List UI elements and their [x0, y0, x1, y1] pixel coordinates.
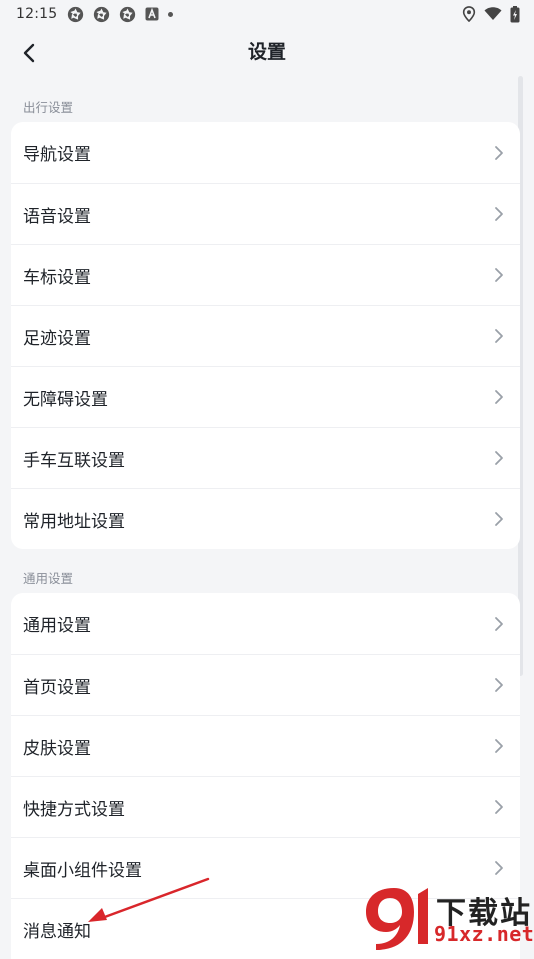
status-bar-right [462, 5, 520, 23]
notification-icons [67, 6, 174, 23]
settings-row-skin[interactable]: 皮肤设置 [11, 715, 520, 776]
status-bar: 12:15 [0, 0, 534, 28]
settings-row-label: 无障碍设置 [23, 389, 108, 410]
settings-row-car-icon[interactable]: 车标设置 [11, 244, 520, 305]
settings-row-label: 皮肤设置 [23, 738, 91, 759]
settings-row-accessibility[interactable]: 无障碍设置 [11, 366, 520, 427]
watermark-logo-icon [366, 888, 428, 950]
chevron-right-icon [495, 451, 503, 465]
aperture-icon [94, 6, 110, 22]
settings-row-navigation[interactable]: 导航设置 [11, 122, 520, 183]
status-bar-left: 12:15 [16, 6, 174, 23]
chevron-right-icon [495, 145, 503, 160]
settings-row-label: 快捷方式设置 [23, 799, 125, 820]
settings-row-footprint[interactable]: 足迹设置 [11, 305, 520, 366]
chevron-right-icon [495, 800, 503, 814]
location-icon [462, 6, 476, 22]
battery-charging-icon [510, 5, 520, 22]
watermark: 下载站 91xz.net [360, 884, 534, 950]
a-badge-icon [145, 7, 159, 21]
settings-row-label: 手车互联设置 [23, 450, 125, 471]
settings-row-phone-car-link[interactable]: 手车互联设置 [11, 427, 520, 488]
chevron-right-icon [495, 739, 503, 753]
chevron-right-icon [495, 861, 503, 875]
settings-row-label: 通用设置 [23, 616, 91, 636]
chevron-right-icon [495, 390, 503, 404]
chevron-right-icon [495, 616, 503, 631]
settings-card-travel: 导航设置 语音设置 车标设置 足迹设置 无障碍设置 手车互联设置 常用地址设置 [11, 122, 520, 549]
settings-row-label: 常用地址设置 [23, 511, 125, 532]
chevron-right-icon [495, 678, 503, 692]
annotation-arrow [88, 877, 210, 922]
settings-row-label: 导航设置 [23, 145, 91, 165]
settings-row-label: 语音设置 [23, 206, 91, 227]
settings-row-label: 首页设置 [23, 677, 91, 698]
settings-row-common-address[interactable]: 常用地址设置 [11, 488, 520, 549]
settings-row-home-page[interactable]: 首页设置 [11, 654, 520, 715]
settings-row-label: 车标设置 [23, 267, 91, 288]
settings-row-shortcuts[interactable]: 快捷方式设置 [11, 776, 520, 837]
aperture-icon [68, 6, 84, 22]
settings-row-voice[interactable]: 语音设置 [11, 183, 520, 244]
chevron-right-icon [495, 207, 503, 221]
chevron-right-icon [495, 512, 503, 526]
chevron-right-icon [495, 329, 503, 343]
more-notifications-dot [168, 11, 174, 17]
watermark-domain: 91xz.net [434, 922, 534, 946]
section-label-travel: 出行设置 [23, 100, 74, 115]
wifi-icon [484, 7, 502, 20]
settings-row-general[interactable]: 通用设置 [11, 593, 520, 654]
settings-row-label: 足迹设置 [23, 328, 91, 349]
status-time: 12:15 [16, 6, 58, 22]
section-label-general: 通用设置 [23, 571, 74, 586]
chevron-right-icon [495, 268, 503, 282]
aperture-icon [120, 6, 136, 22]
page-title: 设置 [247, 41, 286, 63]
title-bar: 设置 [0, 28, 534, 76]
